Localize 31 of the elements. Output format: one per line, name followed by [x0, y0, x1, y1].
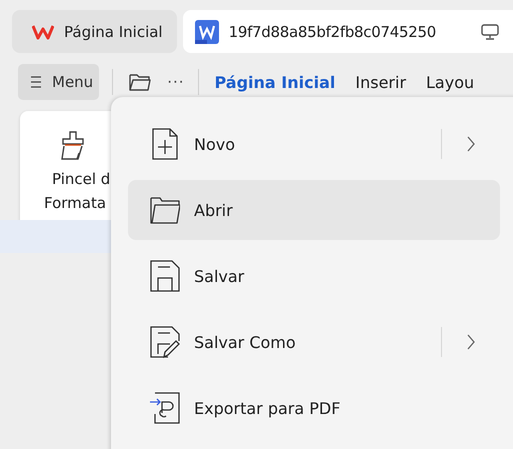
menu-item-label: Novo — [194, 134, 236, 154]
more-button[interactable]: ··· — [167, 73, 184, 91]
menu-item-label: Abrir — [194, 200, 233, 220]
ribbon-tab[interactable]: Inserir — [355, 72, 406, 92]
menu-item[interactable]: Abrir — [128, 180, 500, 240]
ribbon-tab[interactable]: Layou — [426, 72, 474, 92]
menu-item[interactable]: Novo — [128, 114, 500, 174]
document-tab[interactable]: 19f7d88a85bf2fb8c0745250 — [182, 10, 513, 53]
logo-icon — [32, 24, 54, 40]
menu-item[interactable]: Exportar para PDF — [128, 378, 500, 438]
tab-label: Página Inicial — [64, 22, 163, 40]
menu-item-label: Salvar Como — [194, 332, 296, 352]
tab-label: 19f7d88a85bf2fb8c0745250 — [228, 22, 436, 40]
document-icon — [194, 20, 219, 44]
ribbon-tab[interactable]: Página Inicial — [214, 72, 336, 92]
export-icon — [150, 392, 180, 424]
new-file-icon — [150, 128, 180, 160]
folder-icon[interactable] — [129, 73, 152, 91]
save-as-icon — [150, 326, 180, 358]
document-tab[interactable]: Página Inicial — [12, 10, 177, 53]
menu-button[interactable]: Menu — [18, 64, 100, 100]
chevron-right-icon[interactable] — [466, 334, 476, 350]
save-icon — [150, 260, 180, 292]
menu-item[interactable]: Salvar — [128, 246, 500, 306]
chevron-right-icon[interactable] — [466, 136, 476, 152]
menu-icon — [30, 75, 42, 89]
menu-item-label: Salvar — [194, 266, 244, 286]
menu-item[interactable]: Salvar Como — [128, 312, 500, 372]
brush-icon — [60, 131, 86, 161]
monitor-icon[interactable] — [481, 24, 499, 40]
menu-item-label: Exportar para PDF — [194, 398, 340, 418]
